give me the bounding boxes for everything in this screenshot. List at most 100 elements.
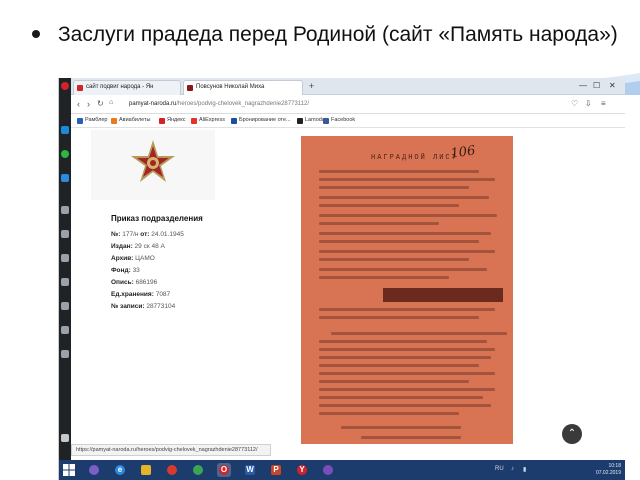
address-bar: ‹ › ↻ ⌂ pamyat-naroda.ru/heroes/podvig-c…	[59, 95, 625, 114]
aliexpress-icon	[191, 118, 197, 124]
tab-search[interactable]: сайт подвиг народа - Ян	[73, 80, 181, 95]
rambler-icon	[77, 118, 83, 124]
tray-time: 10:18	[608, 463, 621, 469]
order-record-row: № записи: 28773104	[111, 303, 176, 310]
cortana-icon	[89, 465, 99, 475]
url-domain: pamyat-naroda.ru	[129, 101, 177, 107]
history-icon[interactable]	[61, 326, 69, 334]
order-storage-row: Ед.хранения: 7087	[111, 291, 171, 298]
home-icon[interactable]: ⌂	[109, 99, 113, 106]
taskbar-ie[interactable]: e	[113, 463, 127, 477]
plane-icon	[111, 118, 117, 124]
order-fond-row: Фонд: 33	[111, 267, 140, 274]
bookmark-heart-icon[interactable]: ♡	[571, 99, 578, 108]
tab-bar: сайт подвиг народа - Ян Повсунов Николай…	[59, 78, 625, 95]
scroll-up-button[interactable]: ⌃	[562, 424, 582, 444]
bookmark-aliexpress[interactable]: AliExpress	[191, 117, 225, 124]
volume-icon[interactable]: ♪	[511, 466, 514, 472]
network-icon[interactable]: ▮	[523, 466, 526, 473]
new-tab-button[interactable]: +	[307, 82, 316, 91]
maximize-icon[interactable]: ☐	[593, 81, 600, 90]
opera-icon: O	[219, 465, 229, 475]
close-icon[interactable]: ✕	[609, 81, 616, 90]
taskbar: e O W P Y RU ♪ ▮ 10:18 07.02.2019	[59, 460, 625, 480]
taskbar-explorer[interactable]	[139, 463, 153, 477]
taskbar-chrome[interactable]	[191, 463, 205, 477]
bookmark-yandex[interactable]: Яндекс	[159, 117, 186, 124]
taskbar-cortana[interactable]	[87, 463, 101, 477]
award-sheet-scan[interactable]: НАГРАДНОЙ ЛИСТ 106	[301, 136, 513, 444]
tray-date: 07.02.2019	[595, 470, 621, 476]
sidebar-toggle-icon[interactable]	[61, 434, 69, 442]
booking-icon	[231, 118, 237, 124]
messenger-icon[interactable]	[61, 174, 69, 182]
whatsapp-icon[interactable]	[61, 150, 69, 158]
status-link: https://pamyat-naroda.ru/heroes/podvig-c…	[71, 444, 271, 456]
vk-icon[interactable]	[61, 126, 69, 134]
slide-title-text: Заслуги прадеда перед Родиной (сайт «Пам…	[58, 23, 618, 46]
order-archive-row: Архив: ЦАМО	[111, 255, 155, 262]
folder-icon	[141, 465, 151, 475]
chrome-icon	[193, 465, 203, 475]
redacted-block	[383, 288, 503, 302]
bookmark-lamoda[interactable]: Lamoda	[297, 117, 325, 124]
minimize-icon[interactable]: —	[579, 81, 587, 90]
taskbar-app[interactable]	[165, 463, 179, 477]
reload-icon[interactable]: ↻	[97, 99, 104, 108]
tab-label: Повсунов Николай Миха	[196, 84, 265, 90]
windows-start-icon[interactable]	[63, 464, 75, 476]
order-patriotic-war-icon	[131, 140, 175, 182]
powerpoint-icon: P	[271, 465, 281, 475]
forward-icon[interactable]: ›	[87, 99, 90, 109]
yandex-icon	[159, 118, 165, 124]
app-icon	[167, 465, 177, 475]
order-info: Приказ подразделения №: 177/н от: 24.01.…	[111, 214, 271, 313]
page-content: Приказ подразделения №: 177/н от: 24.01.…	[71, 128, 625, 444]
menu-icon[interactable]: ≡	[601, 99, 606, 108]
back-icon[interactable]: ‹	[77, 99, 80, 109]
news-icon[interactable]	[61, 230, 69, 238]
tray-language[interactable]: RU	[495, 466, 504, 472]
yandex-browser-icon: Y	[297, 465, 307, 475]
order-number-row: №: 177/н от: 24.01.1945	[111, 231, 184, 238]
snapshot-icon[interactable]	[61, 254, 69, 262]
order-title: Приказ подразделения	[111, 214, 203, 223]
document-heading: НАГРАДНОЙ ЛИСТ	[371, 154, 458, 162]
lamoda-icon	[297, 118, 303, 124]
opera-sidebar	[59, 78, 71, 460]
document-stamp-number: 106	[449, 143, 477, 162]
bookmarks-icon[interactable]	[61, 278, 69, 286]
bookmark-hotels[interactable]: Бронирование оте...	[231, 117, 291, 124]
tab-person[interactable]: Повсунов Николай Миха	[183, 80, 303, 95]
order-issued-row: Издан: 29 ск 48 А	[111, 243, 165, 250]
tray-clock[interactable]: 10:18 07.02.2019	[596, 463, 621, 477]
url-field[interactable]: pamyat-naroda.ru/heroes/podvig-chelovek_…	[121, 98, 561, 111]
url-path: /heroes/podvig-chelovek_nagrazhdenie2877…	[176, 101, 310, 107]
yandex-icon	[77, 85, 83, 91]
download-icon[interactable]: ⇩	[585, 99, 592, 108]
bullet-icon	[32, 30, 40, 38]
viber-icon	[323, 465, 333, 475]
order-opis-row: Опись: 686196	[111, 279, 158, 286]
personal-news-icon[interactable]	[61, 302, 69, 310]
speed-dial-icon[interactable]	[61, 206, 69, 214]
tab-label: сайт подвиг народа - Ян	[86, 84, 154, 90]
taskbar-yandex[interactable]: Y	[295, 463, 309, 477]
taskbar-opera[interactable]: O	[217, 463, 231, 477]
taskbar-powerpoint[interactable]: P	[269, 463, 283, 477]
pamyat-naroda-icon	[187, 85, 193, 91]
taskbar-word[interactable]: W	[243, 463, 257, 477]
bookmarks-bar: Рамблер Авиабилеты Яндекс AliExpress Бро…	[59, 114, 625, 128]
taskbar-viber[interactable]	[321, 463, 335, 477]
extensions-icon[interactable]	[61, 350, 69, 358]
facebook-icon	[323, 118, 329, 124]
ie-icon: e	[115, 465, 125, 475]
opera-logo-icon[interactable]	[61, 82, 69, 90]
bookmark-aviatickets[interactable]: Авиабилеты	[111, 117, 151, 124]
bookmark-facebook[interactable]: Facebook	[323, 117, 355, 124]
slide-title: Заслуги прадеда перед Родиной (сайт «Пам…	[32, 22, 632, 47]
word-icon: W	[245, 465, 255, 475]
browser-screenshot: сайт подвиг народа - Ян Повсунов Николай…	[58, 78, 625, 480]
bookmark-rambler[interactable]: Рамблер	[77, 117, 108, 124]
medal-image	[91, 130, 215, 200]
